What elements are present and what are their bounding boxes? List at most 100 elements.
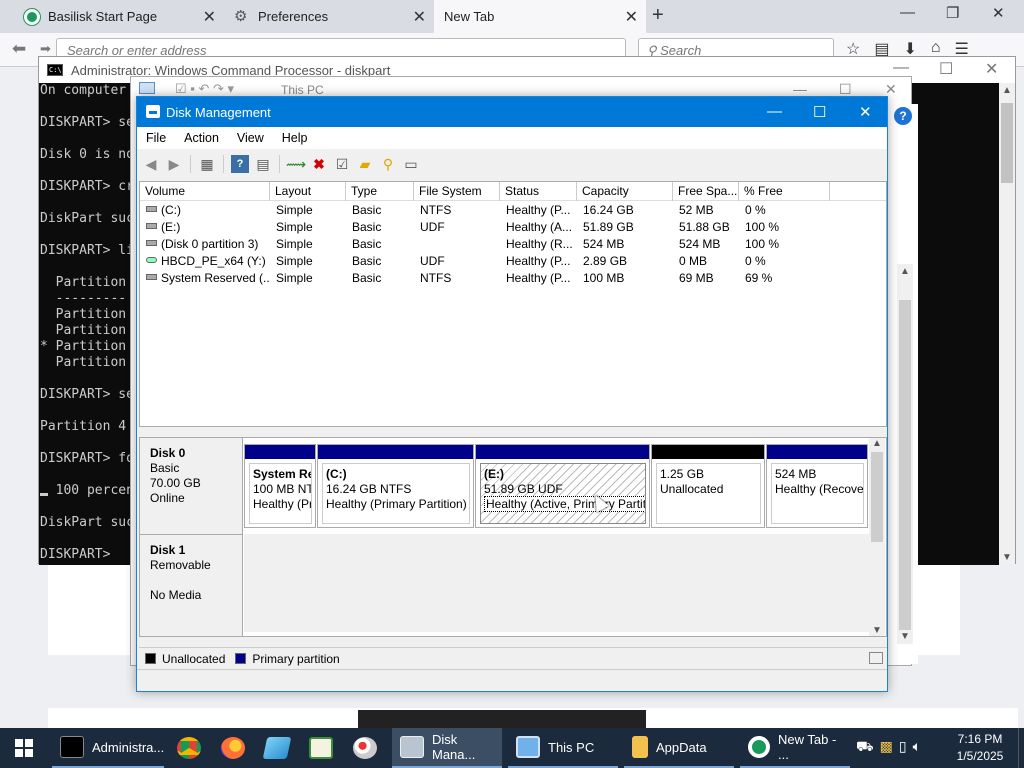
- disk0-type: Basic: [150, 461, 180, 475]
- scroll-thumb[interactable]: [871, 452, 883, 542]
- disk-map[interactable]: Disk 0 Basic 70.00 GB Online System Re 10…: [139, 437, 887, 637]
- network-icon[interactable]: ⛟: [856, 738, 874, 757]
- properties-icon[interactable]: ▤: [254, 155, 272, 173]
- taskbar-notepad[interactable]: [256, 728, 298, 768]
- scroll-down-icon[interactable]: ▼: [900, 631, 910, 642]
- menu-view[interactable]: View: [228, 131, 273, 145]
- cell-layout: Simple: [276, 271, 313, 285]
- forward-icon[interactable]: ➡: [40, 41, 51, 57]
- tab-new-tab[interactable]: New Tab ✕: [434, 0, 646, 33]
- taskbar-cmd[interactable]: Administra...: [52, 728, 164, 768]
- connect-icon[interactable]: ⟿: [286, 155, 306, 173]
- close-icon[interactable]: ✕: [625, 7, 638, 27]
- help-book-icon[interactable]: ?: [231, 155, 249, 173]
- help-icon[interactable]: ?: [894, 107, 912, 125]
- taskbar: Administra... Disk Mana... This PC AppDa…: [0, 728, 1024, 768]
- close-icon[interactable]: ✕: [203, 7, 216, 27]
- dm-titlebar[interactable]: Disk Management — ☐ ✕: [137, 97, 887, 127]
- volume-list[interactable]: Volume Layout Type File System Status Ca…: [139, 181, 887, 427]
- search-folder-icon[interactable]: ⚲: [379, 155, 397, 173]
- col-capacity[interactable]: Capacity: [577, 182, 673, 201]
- close-icon[interactable]: ✕: [413, 7, 426, 27]
- scroll-thumb[interactable]: [899, 300, 911, 630]
- disk0-name: Disk 0: [150, 446, 186, 460]
- col-file-system[interactable]: File System: [414, 182, 500, 201]
- new-tab-icon[interactable]: +: [652, 4, 664, 27]
- console-icon[interactable]: ▭: [402, 155, 420, 173]
- show-hide-console-icon[interactable]: ▦: [198, 155, 216, 173]
- disk1-label[interactable]: Disk 1 Removable No Media: [140, 534, 243, 636]
- forward-arrow-icon[interactable]: ▶: [165, 155, 183, 173]
- partition-system-reserved[interactable]: System Re 100 MB NT Healthy (Pr: [244, 444, 316, 528]
- partition-recovery[interactable]: 524 MB Healthy (Recove: [766, 444, 868, 528]
- taskbar-label: Administra...: [92, 739, 165, 755]
- color-palette-icon[interactable]: ▩: [880, 738, 893, 757]
- taskbar-this-pc[interactable]: This PC: [508, 728, 618, 768]
- maximize-icon[interactable]: ☐: [939, 59, 953, 79]
- col-layout[interactable]: Layout: [270, 182, 346, 201]
- table-row[interactable]: System Reserved (... Simple Basic NTFS H…: [140, 270, 886, 287]
- tab-preferences[interactable]: ⚙ Preferences ✕: [224, 0, 434, 33]
- partition-unallocated[interactable]: 1.25 GB Unallocated: [651, 444, 765, 528]
- menu-action[interactable]: Action: [175, 131, 228, 145]
- table-row[interactable]: (E:) Simple Basic UDF Healthy (A... 51.8…: [140, 219, 886, 236]
- close-icon[interactable]: ✕: [985, 59, 998, 79]
- col-volume[interactable]: Volume: [140, 182, 270, 201]
- taskbar-paint[interactable]: [344, 728, 386, 768]
- minimize-icon[interactable]: —: [893, 59, 909, 77]
- table-row[interactable]: HBCD_PE_x64 (Y:) Simple Basic UDF Health…: [140, 253, 886, 270]
- partition-c[interactable]: (C:) 16.24 GB NTFS Healthy (Primary Partit…: [317, 444, 474, 528]
- disk-map-scrollbar[interactable]: ▲ ▼: [869, 438, 885, 636]
- back-icon[interactable]: ⬅: [12, 39, 26, 59]
- folder-up-icon[interactable]: ▰: [356, 155, 374, 173]
- check-icon[interactable]: ☑: [333, 155, 351, 173]
- back-arrow-icon[interactable]: ◀: [142, 155, 160, 173]
- scroll-up-icon[interactable]: ▲: [872, 438, 882, 449]
- maximize-icon[interactable]: ☐: [813, 103, 826, 121]
- scroll-down-icon[interactable]: ▼: [872, 625, 882, 636]
- table-row[interactable]: (Disk 0 partition 3) Simple Basic Health…: [140, 236, 886, 253]
- scroll-up-icon[interactable]: ▲: [1002, 85, 1012, 96]
- clock[interactable]: 7:16 PM 1/5/2025: [950, 731, 1010, 765]
- col-free-space[interactable]: Free Spa...: [673, 182, 739, 201]
- restore-icon[interactable]: ❐: [946, 4, 959, 22]
- minimize-icon[interactable]: —: [767, 103, 782, 120]
- scroll-thumb[interactable]: [1001, 103, 1013, 183]
- scroll-down-icon[interactable]: ▼: [1002, 552, 1012, 563]
- battery-icon[interactable]: ▯: [899, 738, 907, 757]
- col-type[interactable]: Type: [346, 182, 414, 201]
- close-window-icon[interactable]: ✕: [992, 4, 1005, 22]
- clock-date: 1/5/2025: [956, 749, 1004, 763]
- col-percent-free[interactable]: % Free: [739, 182, 830, 201]
- taskbar-new-tab[interactable]: New Tab - ...: [740, 728, 850, 768]
- this-pc-scrollbar[interactable]: ▲ ▼: [897, 264, 913, 644]
- menu-file[interactable]: File: [137, 131, 175, 145]
- disk0-label[interactable]: Disk 0 Basic 70.00 GB Online: [140, 438, 243, 534]
- scroll-up-icon[interactable]: ▲: [900, 266, 910, 277]
- taskbar-appdata[interactable]: AppData: [624, 728, 734, 768]
- notepad-icon: [262, 737, 292, 759]
- start-button[interactable]: [0, 728, 48, 768]
- disk-management-window[interactable]: Disk Management — ☐ ✕ File Action View H…: [136, 96, 888, 692]
- close-icon[interactable]: ✕: [859, 103, 872, 121]
- tab-basilisk-start[interactable]: Basilisk Start Page ✕: [14, 0, 224, 33]
- taskbar-chrome[interactable]: [168, 728, 210, 768]
- minimize-icon[interactable]: —: [900, 4, 915, 21]
- minimize-icon[interactable]: —: [793, 81, 807, 97]
- cmd-scrollbar[interactable]: ▲ ▼: [999, 83, 1015, 565]
- taskbar-spreadsheet[interactable]: [300, 728, 342, 768]
- col-status[interactable]: Status: [500, 182, 577, 201]
- delete-icon[interactable]: ✖: [310, 155, 328, 173]
- partition-e[interactable]: (E:) 51.89 GB UDF Healthy (Active, Primary…: [475, 444, 650, 528]
- menu-help[interactable]: Help: [273, 131, 317, 145]
- taskbar-firefox[interactable]: [212, 728, 254, 768]
- dm-title: Disk Management: [166, 105, 271, 120]
- volume-icon[interactable]: 🔈︎: [913, 738, 921, 757]
- table-row[interactable]: (C:) Simple Basic NTFS Healthy (P... 16.…: [140, 202, 886, 219]
- cell-volume: HBCD_PE_x64 (Y:): [161, 254, 266, 268]
- cell-capacity: 100 MB: [583, 271, 625, 285]
- taskbar-disk-management[interactable]: Disk Mana...: [392, 728, 502, 768]
- windows-logo-icon: [15, 739, 33, 757]
- show-desktop-button[interactable]: [1018, 728, 1024, 768]
- quick-access-icons[interactable]: ☑ ▪ ↶ ↷ ▾: [175, 81, 234, 97]
